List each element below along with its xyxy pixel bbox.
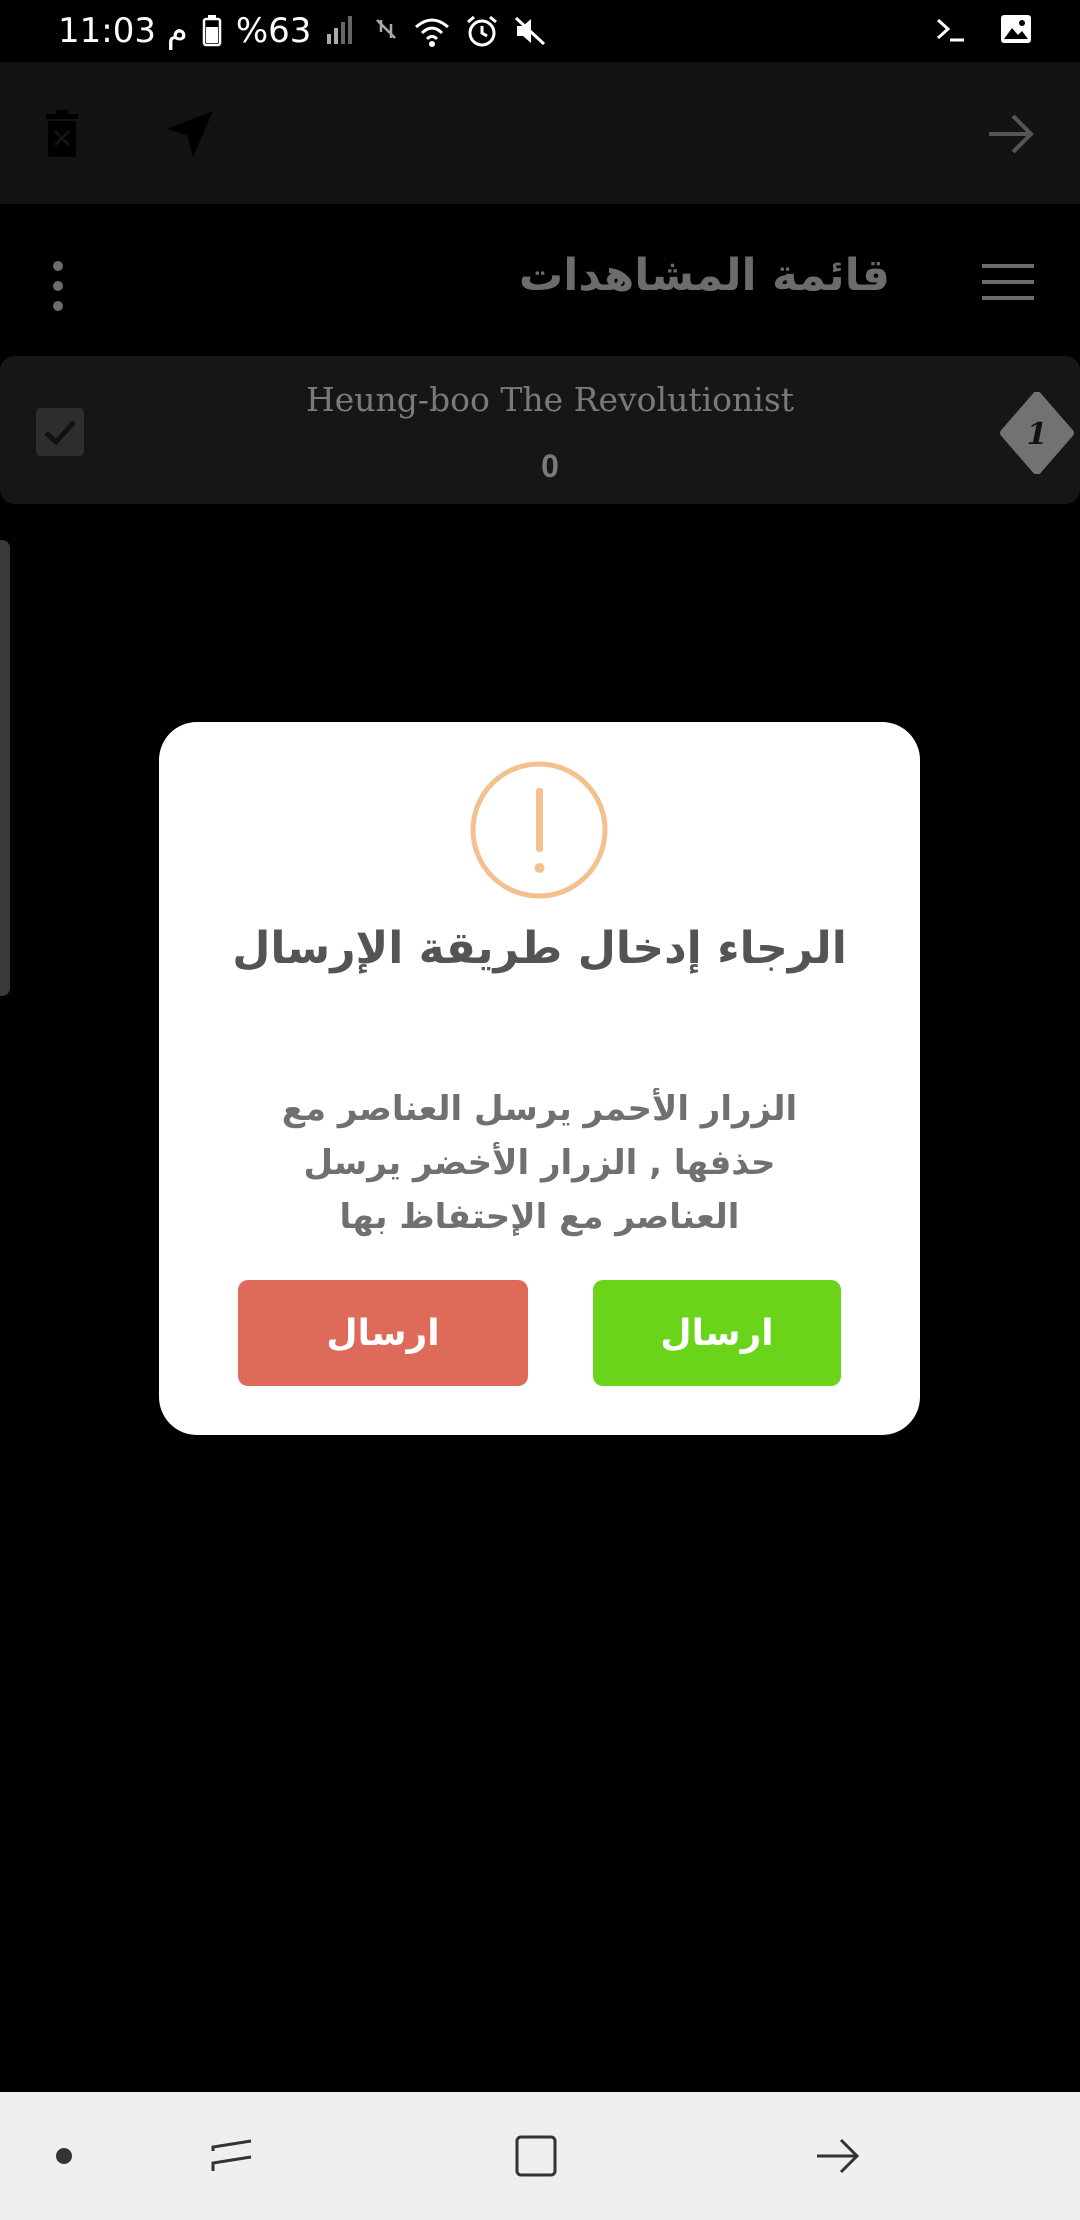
- menu-icon[interactable]: [980, 260, 1036, 304]
- navigation-bar: [0, 2092, 1080, 2220]
- dialog-title: الرجاء إدخال طريقة الإرسال: [232, 923, 847, 974]
- navigation-arrow-icon[interactable]: [158, 102, 222, 166]
- status-bar: 11:03 م %63: [0, 0, 1080, 62]
- signal-icon: [325, 16, 359, 46]
- send-delete-button[interactable]: ارسال: [238, 1280, 528, 1386]
- status-time: 11:03 م: [58, 11, 188, 51]
- badge-number: 1: [1027, 417, 1048, 452]
- wifi-icon: [413, 15, 451, 47]
- item-title: Heung-boo The Revolutionist: [305, 380, 795, 419]
- gallery-icon: [1000, 14, 1032, 48]
- battery-percent: %63: [235, 11, 312, 51]
- warning-icon: [469, 760, 609, 900]
- battery-icon: [202, 15, 222, 47]
- home-icon[interactable]: [504, 2124, 568, 2188]
- dialog-message: الزرار الأحمر يرسل العناصر مع حذفها , ال…: [281, 1089, 798, 1237]
- send-keep-button[interactable]: ارسال: [593, 1280, 841, 1386]
- dot-icon[interactable]: [32, 2124, 96, 2188]
- arrow-forward-icon[interactable]: [980, 102, 1044, 166]
- list-item[interactable]: Heung-boo The Revolutionist 0 1: [0, 356, 1080, 504]
- delete-icon[interactable]: [30, 102, 94, 166]
- terminal-icon: [934, 14, 968, 48]
- page-title: قائمة المشاهدات: [519, 250, 890, 301]
- send-method-dialog: الرجاء إدخال طريقة الإرسال الزرار الأحمر…: [159, 722, 920, 1435]
- mute-icon: [513, 15, 547, 47]
- item-badge: 1: [998, 391, 1076, 475]
- side-drawer-handle[interactable]: [0, 540, 10, 996]
- action-bar: [0, 62, 1080, 204]
- data-off-icon: [373, 16, 399, 46]
- back-icon[interactable]: [806, 2124, 870, 2188]
- item-count: 0: [541, 448, 559, 484]
- alarm-icon: [465, 14, 499, 48]
- more-options-icon[interactable]: [38, 258, 78, 314]
- screen: 11:03 م %63 قائمة المشاهدات Heung-boo Th…: [0, 0, 1080, 2220]
- recent-apps-icon[interactable]: [200, 2124, 264, 2188]
- header: قائمة المشاهدات: [0, 204, 1080, 354]
